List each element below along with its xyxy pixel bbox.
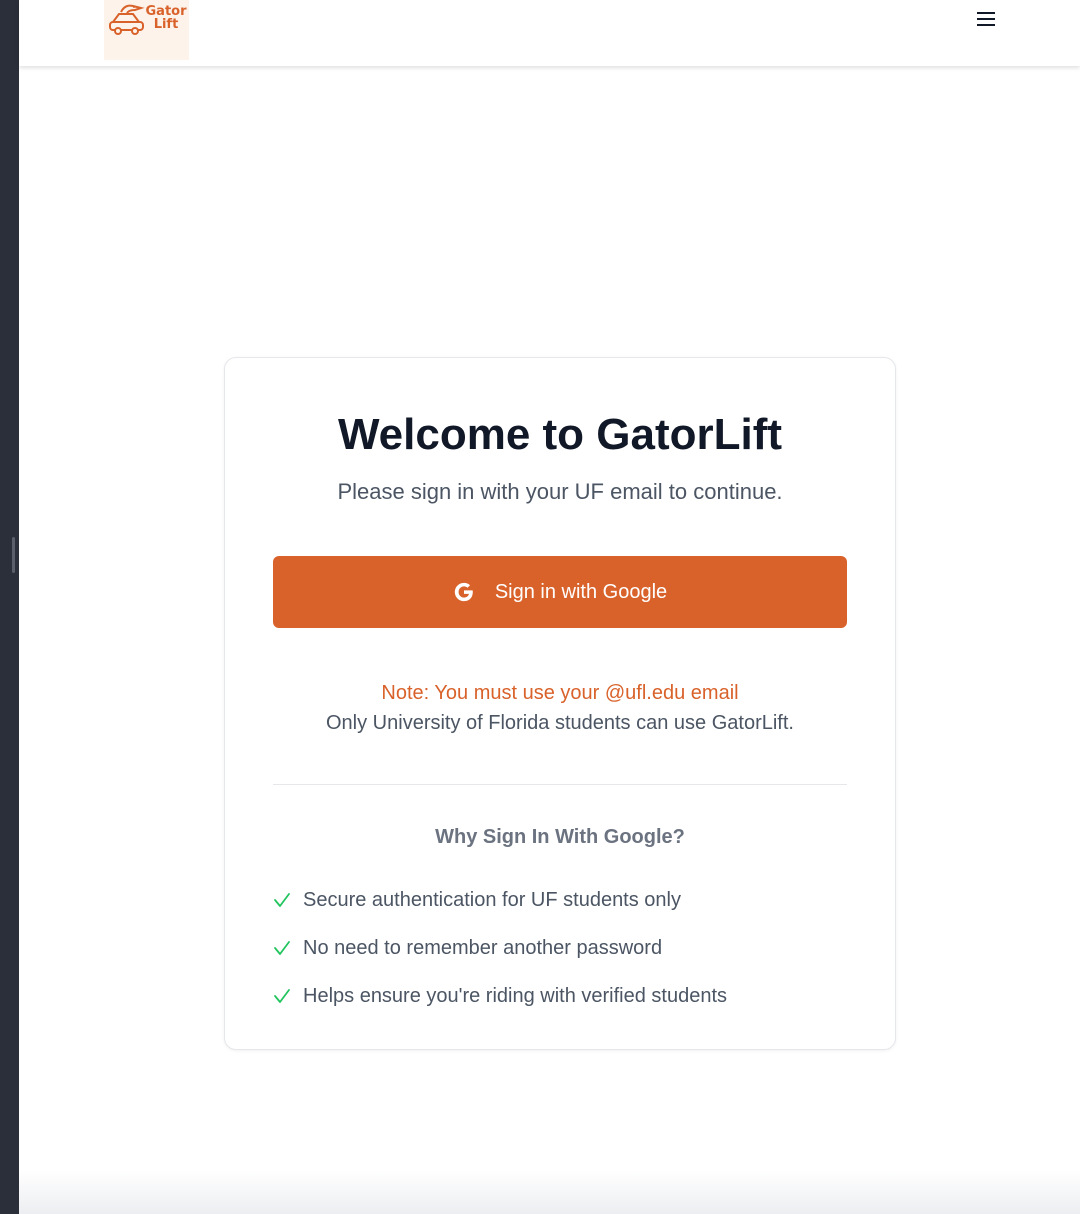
google-icon [454,582,473,602]
navbar: Gator Lift [19,0,1080,66]
benefit-text: No need to remember another password [303,936,663,959]
logo-text: Gator Lift [144,5,188,31]
footer-fade [19,1170,1080,1214]
uf-only-note: Only University of Florida students can … [326,712,794,734]
check-icon [274,893,290,907]
google-signin-button[interactable]: Sign in with Google [273,556,847,628]
left-window-edge [0,0,19,1214]
signin-card: Welcome to GatorLift Please sign in with… [224,357,896,1050]
list-item: Helps ensure you're riding with verified… [273,972,847,1020]
benefit-text: Helps ensure you're riding with verified… [303,984,728,1007]
list-item: No need to remember another password [273,924,847,972]
page: Gator Lift Welcome to GatorLift Please s… [19,0,1080,1214]
logo-text-line2: Lift [153,17,179,32]
benefits-list: Secure authentication for UF students on… [273,876,847,1020]
resize-handle[interactable] [12,537,15,573]
ufl-email-note: Note: You must use your @ufl.edu email [381,682,739,704]
page-title: Welcome to GatorLift [337,410,783,459]
gator-car-logo-icon [109,4,145,35]
check-icon [274,989,290,1003]
divider [273,784,847,785]
why-google-heading: Why Sign In With Google? [435,826,685,848]
list-item: Secure authentication for UF students on… [273,876,847,924]
check-icon [274,941,290,955]
gatorlift-logo[interactable]: Gator Lift [104,0,189,60]
benefit-text: Secure authentication for UF students on… [303,888,681,911]
hamburger-menu-icon[interactable] [974,9,998,29]
signin-subtitle: Please sign in with your UF email to con… [337,479,783,504]
google-signin-label: Sign in with Google [494,580,668,603]
